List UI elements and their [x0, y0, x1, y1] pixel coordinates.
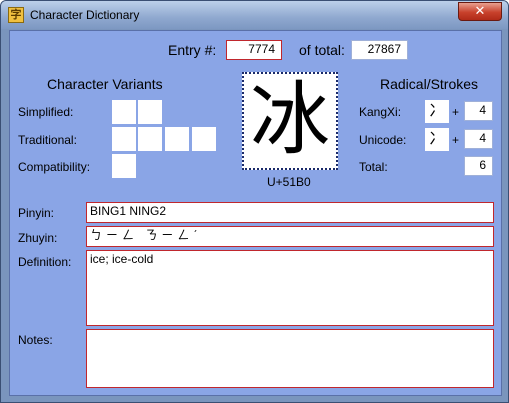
total-strokes-label: Total:: [359, 160, 388, 174]
window-title: Character Dictionary: [30, 8, 140, 22]
entry-number-field[interactable]: 7774: [226, 40, 282, 60]
simplified-variant-cell-2[interactable]: [138, 100, 162, 124]
traditional-variant-cell-1[interactable]: [112, 127, 136, 151]
simplified-variant-cell-1[interactable]: [112, 100, 136, 124]
title-bar[interactable]: 字 Character Dictionary ✕: [1, 1, 508, 29]
variants-heading: Character Variants: [47, 76, 163, 92]
notes-field[interactable]: [86, 329, 494, 388]
pinyin-field[interactable]: BING1 NING2: [86, 202, 494, 223]
compatibility-label: Compatibility:: [18, 160, 91, 174]
close-button[interactable]: ✕: [458, 2, 502, 21]
of-total-label: of total:: [299, 42, 345, 58]
definition-field[interactable]: ice; ice-cold: [86, 250, 494, 326]
unicode-strokes-field: 4: [464, 129, 493, 149]
codepoint-label: U+51B0: [267, 175, 311, 189]
close-icon: ✕: [474, 4, 486, 19]
zhuyin-field[interactable]: ㄅㄧㄥ ㄋㄧㄥˊ: [86, 226, 494, 247]
traditional-label: Traditional:: [18, 133, 77, 147]
kangxi-radical-cell: 冫: [425, 100, 449, 123]
dictionary-app-icon[interactable]: 字: [8, 7, 24, 23]
entry-label: Entry #:: [168, 42, 217, 58]
notes-label: Notes:: [18, 333, 53, 347]
traditional-variant-cell-4[interactable]: [192, 127, 216, 151]
total-strokes-field: 6: [464, 156, 493, 176]
total-entries-field: 27867: [351, 40, 408, 60]
radical-strokes-heading: Radical/Strokes: [380, 76, 479, 92]
unicode-radical-cell: 冫: [425, 128, 449, 151]
kangxi-plus-sign: +: [452, 105, 460, 119]
pinyin-label: Pinyin:: [18, 206, 55, 220]
character-glyph-display: 冰: [242, 72, 338, 170]
dictionary-window: 字 Character Dictionary ✕ Entry #: 7774 o…: [0, 0, 509, 403]
client-area: Entry #: 7774 of total: 27867 Character …: [9, 30, 502, 396]
simplified-label: Simplified:: [18, 105, 74, 119]
kangxi-label: KangXi:: [359, 105, 402, 119]
unicode-radical-label: Unicode:: [359, 133, 407, 147]
compatibility-variant-cell-1[interactable]: [112, 154, 136, 178]
kangxi-strokes-field: 4: [464, 101, 493, 121]
unicode-plus-sign: +: [452, 133, 460, 147]
traditional-variant-cell-3[interactable]: [165, 127, 189, 151]
definition-label: Definition:: [18, 255, 72, 269]
traditional-variant-cell-2[interactable]: [138, 127, 162, 151]
zhuyin-label: Zhuyin:: [18, 231, 58, 245]
